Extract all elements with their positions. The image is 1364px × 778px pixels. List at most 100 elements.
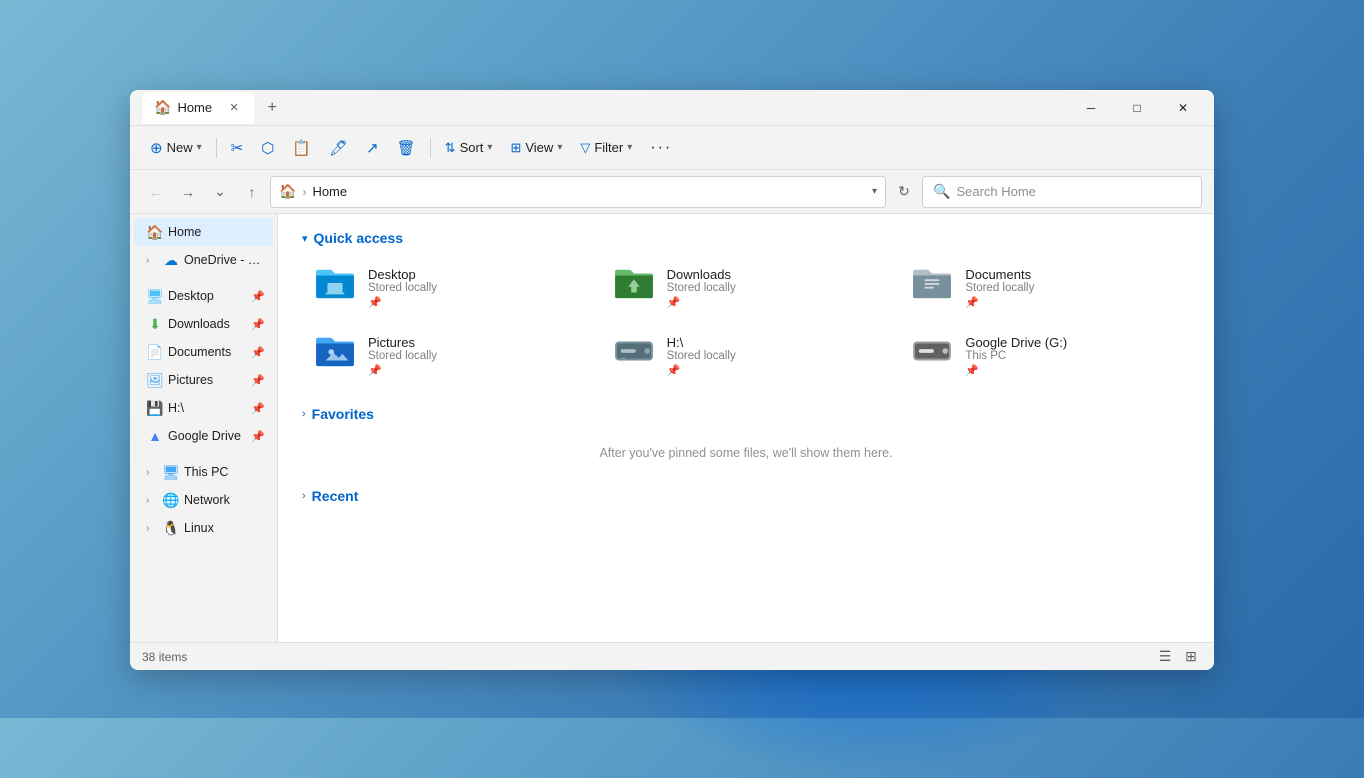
folder-item-documents[interactable]: Documents Stored locally 📌 bbox=[899, 258, 1190, 318]
folder-item-h[interactable]: ? H:\ Stored locally 📌 bbox=[601, 326, 892, 386]
folder-item-pictures[interactable]: Pictures Stored locally 📌 bbox=[302, 326, 593, 386]
documents-folder-sub: Stored locally bbox=[965, 282, 1034, 294]
filter-label: Filter bbox=[594, 140, 623, 155]
quick-access-section-header[interactable]: ▾ Quick access bbox=[302, 230, 1190, 246]
home-sidebar-icon: 🏠 bbox=[146, 224, 164, 241]
desktop-folder-sub: Stored locally bbox=[368, 282, 437, 294]
sort-icon: ⇅ bbox=[445, 140, 456, 156]
share-button[interactable]: ↗ bbox=[358, 132, 387, 164]
sidebar-item-home[interactable]: 🏠 Home bbox=[134, 218, 273, 246]
sort-dropdown-arrow: ▾ bbox=[487, 142, 492, 153]
h-drive-sidebar-icon: 💾 bbox=[146, 400, 164, 417]
downloads-folder-sub: Stored locally bbox=[667, 282, 736, 294]
address-dropdown-arrow[interactable]: ▾ bbox=[872, 186, 877, 197]
desktop-folder-pin: 📌 bbox=[368, 296, 437, 309]
copy-button[interactable]: ⬡ bbox=[253, 132, 282, 164]
new-tab-button[interactable]: + bbox=[258, 94, 286, 122]
sidebar-item-desktop[interactable]: 🖥 Desktop 📌 bbox=[134, 282, 273, 310]
sidebar-item-h[interactable]: 💾 H:\ 📌 bbox=[134, 394, 273, 422]
desktop-folder-info: Desktop Stored locally 📌 bbox=[368, 267, 437, 309]
filter-dropdown-arrow: ▾ bbox=[627, 142, 632, 153]
network-sidebar-icon: 🌐 bbox=[162, 492, 180, 509]
googledrive-pin-icon: 📌 bbox=[251, 430, 265, 443]
forward-button[interactable]: → bbox=[174, 178, 202, 206]
more-icon: ··· bbox=[650, 139, 672, 157]
network-expand-icon: › bbox=[146, 495, 158, 506]
delete-button[interactable]: 🗑 bbox=[389, 132, 424, 164]
paste-button[interactable]: 📋 bbox=[284, 132, 319, 164]
sidebar-network-label: Network bbox=[184, 493, 265, 507]
documents-pin-icon: 📌 bbox=[251, 346, 265, 359]
sidebar-item-network[interactable]: › 🌐 Network bbox=[134, 486, 273, 514]
sidebar-item-thispc[interactable]: › 🖥 This PC bbox=[134, 458, 273, 486]
documents-sidebar-icon: 📄 bbox=[146, 344, 164, 361]
list-view-toggle[interactable]: ☰ bbox=[1154, 646, 1176, 668]
refresh-button[interactable]: ↻ bbox=[890, 178, 918, 206]
downloads-folder-icon bbox=[613, 266, 657, 310]
sidebar-item-pictures[interactable]: 🖼 Pictures 📌 bbox=[134, 366, 273, 394]
recent-locations-button[interactable]: ⌄ bbox=[206, 178, 234, 206]
googledrive-folder-info: Google Drive (G:) This PC 📌 bbox=[965, 335, 1067, 377]
sidebar-item-downloads[interactable]: ⬇ Downloads 📌 bbox=[134, 310, 273, 338]
downloads-folder-info: Downloads Stored locally 📌 bbox=[667, 267, 736, 309]
toolbar-sep-2 bbox=[430, 138, 431, 158]
sort-label: Sort bbox=[460, 140, 484, 155]
back-button[interactable]: ← bbox=[142, 178, 170, 206]
folder-item-downloads[interactable]: Downloads Stored locally 📌 bbox=[601, 258, 892, 318]
tab-home-icon: 🏠 bbox=[154, 99, 171, 116]
downloads-folder-pin: 📌 bbox=[667, 296, 736, 309]
view-button[interactable]: ⊞ View ▾ bbox=[502, 132, 570, 164]
main-area: 🏠 Home › ☁ OneDrive - Pers 🖥 Desktop 📌 ⬇… bbox=[130, 214, 1214, 642]
favorites-section: › Favorites After you've pinned some fil… bbox=[302, 406, 1190, 472]
desktop-sidebar-icon: 🖥 bbox=[146, 288, 164, 305]
view-label: View bbox=[525, 140, 553, 155]
favorites-label: Favorites bbox=[312, 406, 374, 422]
favorites-empty-message: After you've pinned some files, we'll sh… bbox=[302, 434, 1190, 472]
content-area: ▾ Quick access Desktop bbox=[278, 214, 1214, 642]
h-drive-folder-sub: Stored locally bbox=[667, 350, 736, 362]
grid-view-toggle[interactable]: ⊞ bbox=[1180, 646, 1202, 668]
address-bar[interactable]: 🏠 › Home ▾ bbox=[270, 176, 886, 208]
items-count-text: 38 items bbox=[142, 650, 187, 664]
filter-button[interactable]: ▽ Filter ▾ bbox=[572, 132, 640, 164]
sidebar-item-linux[interactable]: › 🐧 Linux bbox=[134, 514, 273, 542]
onedrive-sidebar-icon: ☁ bbox=[162, 252, 180, 269]
documents-folder-info: Documents Stored locally 📌 bbox=[965, 267, 1034, 309]
folder-item-desktop[interactable]: Desktop Stored locally 📌 bbox=[302, 258, 593, 318]
more-button[interactable]: ··· bbox=[642, 132, 680, 164]
toolbar: ⊕ New ▾ ✂ ⬡ 📋 🖊 ↗ 🗑 ⇅ Sort ▾ ⊞ bbox=[130, 126, 1214, 170]
rename-button[interactable]: 🖊 bbox=[321, 132, 356, 164]
close-button[interactable]: ✕ bbox=[1160, 92, 1206, 124]
up-button[interactable]: ↑ bbox=[238, 178, 266, 206]
active-tab[interactable]: 🏠 Home ✕ bbox=[142, 92, 254, 124]
recent-chevron: › bbox=[302, 490, 306, 502]
search-icon: 🔍 bbox=[933, 183, 950, 200]
new-button[interactable]: ⊕ New ▾ bbox=[142, 132, 210, 164]
sidebar-desktop-label: Desktop bbox=[168, 289, 247, 303]
h-drive-folder-info: H:\ Stored locally 📌 bbox=[667, 335, 736, 377]
sort-button[interactable]: ⇅ Sort ▾ bbox=[437, 132, 501, 164]
address-location: Home bbox=[312, 184, 347, 199]
status-bar: 38 items ☰ ⊞ bbox=[130, 642, 1214, 670]
tab-close-button[interactable]: ✕ bbox=[226, 100, 242, 116]
h-drive-folder-icon: ? bbox=[613, 334, 657, 378]
cut-icon: ✂ bbox=[231, 139, 244, 157]
favorites-section-header[interactable]: › Favorites bbox=[302, 406, 1190, 422]
view-dropdown-arrow: ▾ bbox=[557, 142, 562, 153]
pictures-folder-name: Pictures bbox=[368, 335, 437, 350]
folder-item-googledrive[interactable]: Google Drive (G:) This PC 📌 bbox=[899, 326, 1190, 386]
pictures-sidebar-icon: 🖼 bbox=[146, 372, 164, 389]
maximize-button[interactable]: □ bbox=[1114, 92, 1160, 124]
paste-icon: 📋 bbox=[292, 139, 311, 157]
minimize-button[interactable]: ─ bbox=[1068, 92, 1114, 124]
sidebar-item-onedrive[interactable]: › ☁ OneDrive - Pers bbox=[134, 246, 273, 274]
recent-section-header[interactable]: › Recent bbox=[302, 488, 1190, 504]
sidebar-item-documents[interactable]: 📄 Documents 📌 bbox=[134, 338, 273, 366]
sidebar-item-googledrive[interactable]: ▲ Google Drive 📌 bbox=[134, 422, 273, 450]
search-box[interactable]: 🔍 Search Home bbox=[922, 176, 1202, 208]
cut-button[interactable]: ✂ bbox=[223, 132, 252, 164]
sidebar-thispc-label: This PC bbox=[184, 465, 265, 479]
desktop-folder-icon bbox=[314, 266, 358, 310]
h-drive-folder-pin: 📌 bbox=[667, 364, 736, 377]
pictures-pin-icon: 📌 bbox=[251, 374, 265, 387]
